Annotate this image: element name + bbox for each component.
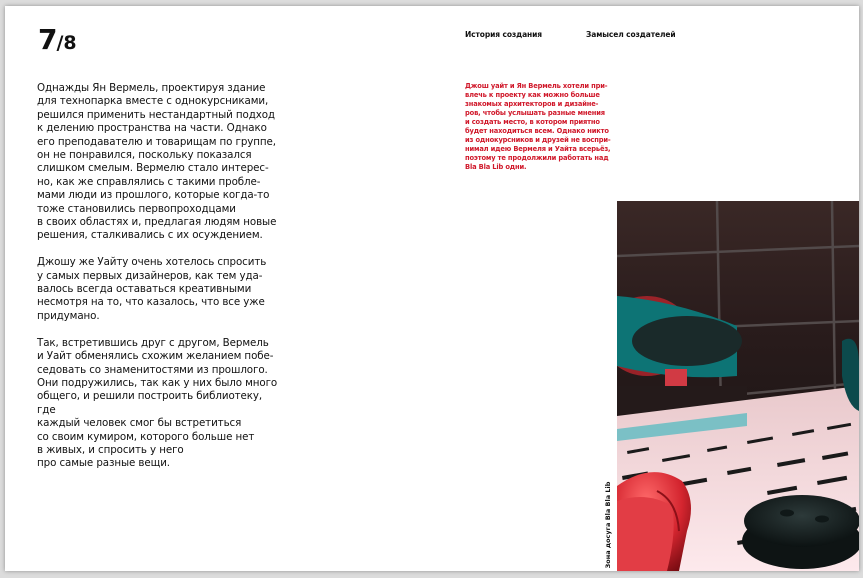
body-text: Однажды Ян Вермель, проектируя здание дл… [37,82,282,484]
nav-history[interactable]: История создания [465,30,542,39]
body-paragraph: Джошу же Уайту очень хотелось спросить у… [37,256,267,322]
nav-concept[interactable]: Замысел создателей [586,30,676,39]
spread-page: 7/8 История создания Замысел создателей … [5,6,859,571]
leisure-zone-render [617,201,859,571]
page-counter-total: /8 [56,32,77,54]
pull-quote: Джош уайт и Ян Вермель хотели при- влечь… [465,82,611,171]
page-counter: 7/8 [38,26,77,54]
body-paragraph: Так, встретившись друг с другом, Вермель… [37,336,278,470]
leisure-zone-photo [617,201,859,571]
photo-caption-text: Зона досуга Bla Bla Lib [604,481,612,569]
photo-caption: Зона досуга Bla Bla Lib [603,481,613,569]
body-paragraph: Однажды Ян Вермель, проектируя здание дл… [37,82,277,242]
page-counter-current: 7 [38,23,58,56]
